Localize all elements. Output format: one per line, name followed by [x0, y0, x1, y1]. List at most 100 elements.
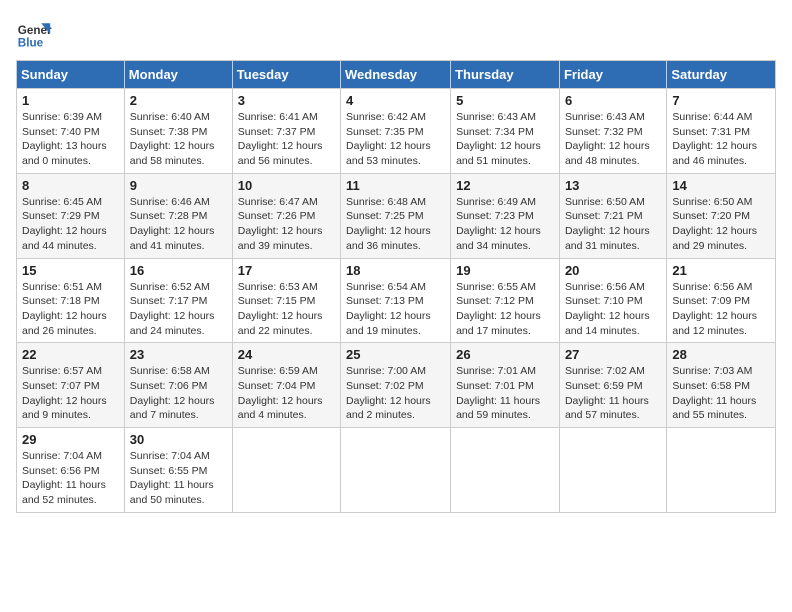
calendar-cell: 4 Sunrise: 6:42 AMSunset: 7:35 PMDaylight… [341, 89, 451, 174]
day-number: 22 [22, 347, 119, 362]
day-number: 24 [238, 347, 335, 362]
day-number: 17 [238, 263, 335, 278]
day-number: 21 [672, 263, 770, 278]
weekday-header-monday: Monday [124, 61, 232, 89]
weekday-header-sunday: Sunday [17, 61, 125, 89]
calendar-cell [232, 428, 340, 513]
calendar-cell: 28 Sunrise: 7:03 AMSunset: 6:58 PMDayligh… [667, 343, 776, 428]
day-info: Sunrise: 6:43 AMSunset: 7:34 PMDaylight:… [456, 110, 554, 169]
day-number: 26 [456, 347, 554, 362]
calendar-body: 1 Sunrise: 6:39 AMSunset: 7:40 PMDaylight… [17, 89, 776, 513]
day-info: Sunrise: 6:48 AMSunset: 7:25 PMDaylight:… [346, 195, 445, 254]
calendar-cell: 11 Sunrise: 6:48 AMSunset: 7:25 PMDayligh… [341, 173, 451, 258]
calendar-cell: 30Sunrise: 7:04 AMSunset: 6:55 PMDayligh… [124, 428, 232, 513]
day-info: Sunrise: 6:59 AMSunset: 7:04 PMDaylight:… [238, 364, 335, 423]
day-number: 16 [130, 263, 227, 278]
day-number: 12 [456, 178, 554, 193]
day-number: 1 [22, 93, 119, 108]
day-info: Sunrise: 7:03 AMSunset: 6:58 PMDaylight:… [672, 364, 770, 423]
calendar-cell: 14 Sunrise: 6:50 AMSunset: 7:20 PMDayligh… [667, 173, 776, 258]
page-header: General Blue [16, 16, 776, 52]
day-info: Sunrise: 7:04 AMSunset: 6:56 PMDaylight:… [22, 449, 119, 508]
logo: General Blue [16, 16, 52, 52]
calendar-cell: 12Sunrise: 6:49 AMSunset: 7:23 PMDayligh… [451, 173, 560, 258]
day-info: Sunrise: 6:55 AMSunset: 7:12 PMDaylight:… [456, 280, 554, 339]
calendar-cell [341, 428, 451, 513]
day-number: 6 [565, 93, 661, 108]
day-number: 13 [565, 178, 661, 193]
day-info: Sunrise: 6:50 AMSunset: 7:20 PMDaylight:… [672, 195, 770, 254]
day-info: Sunrise: 6:54 AMSunset: 7:13 PMDaylight:… [346, 280, 445, 339]
day-info: Sunrise: 6:41 AMSunset: 7:37 PMDaylight:… [238, 110, 335, 169]
day-number: 4 [346, 93, 445, 108]
day-number: 28 [672, 347, 770, 362]
day-info: Sunrise: 6:39 AMSunset: 7:40 PMDaylight:… [22, 110, 119, 169]
weekday-header-row: SundayMondayTuesdayWednesdayThursdayFrid… [17, 61, 776, 89]
day-number: 11 [346, 178, 445, 193]
calendar-cell: 5 Sunrise: 6:43 AMSunset: 7:34 PMDaylight… [451, 89, 560, 174]
day-number: 8 [22, 178, 119, 193]
calendar-cell [451, 428, 560, 513]
weekday-header-tuesday: Tuesday [232, 61, 340, 89]
calendar-cell: 20 Sunrise: 6:56 AMSunset: 7:10 PMDayligh… [559, 258, 666, 343]
day-number: 10 [238, 178, 335, 193]
day-number: 7 [672, 93, 770, 108]
week-row-1: 1 Sunrise: 6:39 AMSunset: 7:40 PMDaylight… [17, 89, 776, 174]
day-number: 9 [130, 178, 227, 193]
day-info: Sunrise: 7:02 AMSunset: 6:59 PMDaylight:… [565, 364, 661, 423]
calendar-table: SundayMondayTuesdayWednesdayThursdayFrid… [16, 60, 776, 513]
calendar-cell: 17 Sunrise: 6:53 AMSunset: 7:15 PMDayligh… [232, 258, 340, 343]
calendar-cell: 6 Sunrise: 6:43 AMSunset: 7:32 PMDaylight… [559, 89, 666, 174]
day-info: Sunrise: 7:00 AMSunset: 7:02 PMDaylight:… [346, 364, 445, 423]
day-info: Sunrise: 7:01 AMSunset: 7:01 PMDaylight:… [456, 364, 554, 423]
day-info: Sunrise: 6:57 AMSunset: 7:07 PMDaylight:… [22, 364, 119, 423]
calendar-cell: 13 Sunrise: 6:50 AMSunset: 7:21 PMDayligh… [559, 173, 666, 258]
calendar-cell: 29 Sunrise: 7:04 AMSunset: 6:56 PMDayligh… [17, 428, 125, 513]
day-info: Sunrise: 6:40 AMSunset: 7:38 PMDaylight:… [130, 110, 227, 169]
week-row-2: 8 Sunrise: 6:45 AMSunset: 7:29 PMDaylight… [17, 173, 776, 258]
calendar-cell: 10 Sunrise: 6:47 AMSunset: 7:26 PMDayligh… [232, 173, 340, 258]
calendar-cell: 21Sunrise: 6:56 AMSunset: 7:09 PMDayligh… [667, 258, 776, 343]
day-number: 3 [238, 93, 335, 108]
day-info: Sunrise: 6:42 AMSunset: 7:35 PMDaylight:… [346, 110, 445, 169]
svg-text:Blue: Blue [18, 37, 44, 50]
day-info: Sunrise: 6:58 AMSunset: 7:06 PMDaylight:… [130, 364, 227, 423]
day-info: Sunrise: 6:56 AMSunset: 7:10 PMDaylight:… [565, 280, 661, 339]
day-number: 29 [22, 432, 119, 447]
day-info: Sunrise: 6:51 AMSunset: 7:18 PMDaylight:… [22, 280, 119, 339]
calendar-cell: 23Sunrise: 6:58 AMSunset: 7:06 PMDayligh… [124, 343, 232, 428]
calendar-cell: 9 Sunrise: 6:46 AMSunset: 7:28 PMDaylight… [124, 173, 232, 258]
day-number: 2 [130, 93, 227, 108]
calendar-cell: 25 Sunrise: 7:00 AMSunset: 7:02 PMDayligh… [341, 343, 451, 428]
day-number: 18 [346, 263, 445, 278]
day-info: Sunrise: 6:50 AMSunset: 7:21 PMDaylight:… [565, 195, 661, 254]
day-info: Sunrise: 6:46 AMSunset: 7:28 PMDaylight:… [130, 195, 227, 254]
day-number: 15 [22, 263, 119, 278]
weekday-header-saturday: Saturday [667, 61, 776, 89]
calendar-cell: 18 Sunrise: 6:54 AMSunset: 7:13 PMDayligh… [341, 258, 451, 343]
day-info: Sunrise: 6:47 AMSunset: 7:26 PMDaylight:… [238, 195, 335, 254]
day-number: 14 [672, 178, 770, 193]
calendar-cell [667, 428, 776, 513]
day-info: Sunrise: 6:52 AMSunset: 7:17 PMDaylight:… [130, 280, 227, 339]
week-row-5: 29 Sunrise: 7:04 AMSunset: 6:56 PMDayligh… [17, 428, 776, 513]
calendar-cell: 16 Sunrise: 6:52 AMSunset: 7:17 PMDayligh… [124, 258, 232, 343]
calendar-cell: 7 Sunrise: 6:44 AMSunset: 7:31 PMDaylight… [667, 89, 776, 174]
day-info: Sunrise: 6:43 AMSunset: 7:32 PMDaylight:… [565, 110, 661, 169]
day-number: 20 [565, 263, 661, 278]
day-info: Sunrise: 6:53 AMSunset: 7:15 PMDaylight:… [238, 280, 335, 339]
calendar-cell: 19Sunrise: 6:55 AMSunset: 7:12 PMDayligh… [451, 258, 560, 343]
weekday-header-friday: Friday [559, 61, 666, 89]
day-number: 25 [346, 347, 445, 362]
day-number: 5 [456, 93, 554, 108]
day-info: Sunrise: 6:45 AMSunset: 7:29 PMDaylight:… [22, 195, 119, 254]
calendar-cell: 8 Sunrise: 6:45 AMSunset: 7:29 PMDaylight… [17, 173, 125, 258]
weekday-header-wednesday: Wednesday [341, 61, 451, 89]
calendar-cell: 1 Sunrise: 6:39 AMSunset: 7:40 PMDaylight… [17, 89, 125, 174]
calendar-cell: 24 Sunrise: 6:59 AMSunset: 7:04 PMDayligh… [232, 343, 340, 428]
day-info: Sunrise: 6:44 AMSunset: 7:31 PMDaylight:… [672, 110, 770, 169]
logo-icon: General Blue [16, 16, 52, 52]
week-row-4: 22 Sunrise: 6:57 AMSunset: 7:07 PMDayligh… [17, 343, 776, 428]
weekday-header-thursday: Thursday [451, 61, 560, 89]
day-number: 30 [130, 432, 227, 447]
